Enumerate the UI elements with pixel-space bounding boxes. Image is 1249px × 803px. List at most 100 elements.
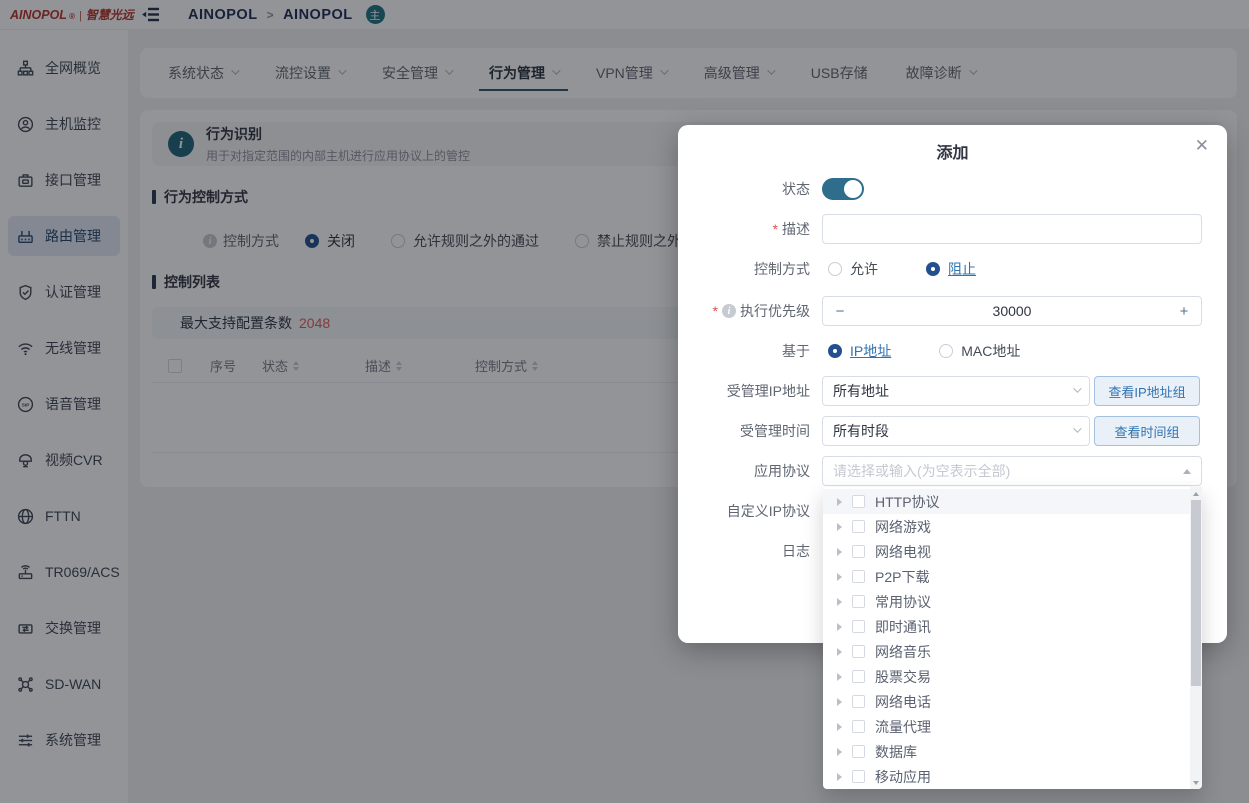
protocol-item-voip[interactable]: 网络电话: [823, 689, 1190, 714]
app-protocol-dropdown: HTTP协议 网络游戏 网络电视 P2P下载 常用协议 即时通讯: [823, 487, 1202, 789]
chevron-down-icon: [1073, 384, 1081, 392]
protocol-item-p2p[interactable]: P2P下载: [823, 564, 1190, 589]
status-toggle[interactable]: [822, 178, 864, 200]
radio-icon: [828, 344, 842, 358]
protocol-item-common[interactable]: 常用协议: [823, 589, 1190, 614]
expand-caret-icon[interactable]: [837, 623, 842, 631]
expand-caret-icon[interactable]: [837, 698, 842, 706]
expand-caret-icon[interactable]: [837, 648, 842, 656]
combobox-placeholder: 请选择或输入(为空表示全部): [833, 461, 1010, 481]
protocol-label: P2P下载: [875, 567, 929, 587]
priority-value[interactable]: 30000: [857, 303, 1167, 319]
status-row: 状态: [678, 177, 1202, 201]
protocol-item-stocks[interactable]: 股票交易: [823, 664, 1190, 689]
managed-time-row: 受管理时间 所有时段 查看时间组: [678, 415, 1202, 447]
protocol-item-http[interactable]: HTTP协议: [823, 489, 1190, 514]
radio-label: 阻止: [948, 259, 976, 279]
status-label: 状态: [782, 179, 810, 199]
protocol-label: 移动应用: [875, 767, 931, 787]
radio-label: MAC地址: [961, 341, 1020, 361]
protocol-label: 数据库: [875, 742, 917, 762]
protocol-label: 股票交易: [875, 667, 931, 687]
protocol-item-mobile[interactable]: 移动应用: [823, 764, 1190, 789]
radio-option-block[interactable]: 阻止: [926, 259, 976, 279]
protocol-checkbox[interactable]: [852, 720, 865, 733]
stepper-decrease-button[interactable]: −: [823, 303, 857, 320]
protocol-item-music[interactable]: 网络音乐: [823, 639, 1190, 664]
close-icon[interactable]: ✕: [1195, 137, 1209, 154]
managed-ip-select[interactable]: 所有地址: [822, 376, 1090, 406]
select-value: 所有时段: [833, 421, 889, 441]
protocol-checkbox[interactable]: [852, 545, 865, 558]
radio-option-ip-address[interactable]: IP地址: [828, 341, 891, 361]
expand-caret-icon[interactable]: [837, 498, 842, 506]
expand-caret-icon[interactable]: [837, 598, 842, 606]
scrollbar-up-arrow[interactable]: [1190, 487, 1202, 500]
info-icon: i: [722, 304, 736, 318]
radio-option-mac-address[interactable]: MAC地址: [939, 341, 1020, 361]
description-row: * 描述: [678, 213, 1202, 245]
managed-ip-row: 受管理IP地址 所有地址 查看IP地址组: [678, 375, 1202, 407]
app-protocol-label-wrap: 应用协议: [678, 461, 810, 481]
protocol-checkbox[interactable]: [852, 645, 865, 658]
protocol-label: 网络游戏: [875, 517, 931, 537]
expand-caret-icon[interactable]: [837, 748, 842, 756]
expand-caret-icon[interactable]: [837, 523, 842, 531]
custom-ip-protocol-label: 自定义IP协议: [727, 501, 810, 521]
log-label: 日志: [782, 541, 810, 561]
modal-title: 添加: [678, 125, 1227, 163]
expand-caret-icon[interactable]: [837, 673, 842, 681]
protocol-item-im[interactable]: 即时通讯: [823, 614, 1190, 639]
protocol-item-games[interactable]: 网络游戏: [823, 514, 1190, 539]
expand-caret-icon[interactable]: [837, 548, 842, 556]
managed-time-label-wrap: 受管理时间: [678, 421, 810, 441]
view-time-group-button[interactable]: 查看时间组: [1094, 416, 1200, 446]
protocol-checkbox[interactable]: [852, 570, 865, 583]
radio-icon: [926, 262, 940, 276]
custom-ip-protocol-label-wrap: 自定义IP协议: [678, 501, 810, 521]
protocol-checkbox[interactable]: [852, 670, 865, 683]
protocol-checkbox[interactable]: [852, 495, 865, 508]
protocol-label: HTTP协议: [875, 492, 940, 512]
protocol-item-database[interactable]: 数据库: [823, 739, 1190, 764]
scrollbar-down-arrow[interactable]: [1190, 776, 1202, 789]
stepper-increase-button[interactable]: +: [1167, 303, 1201, 320]
managed-time-select[interactable]: 所有时段: [822, 416, 1090, 446]
protocol-item-proxy[interactable]: 流量代理: [823, 714, 1190, 739]
managed-time-label: 受管理时间: [740, 421, 810, 441]
control-mode-label: 控制方式: [754, 259, 810, 279]
control-mode-row: 控制方式 允许 阻止: [678, 257, 1202, 281]
app-protocol-combobox[interactable]: 请选择或输入(为空表示全部): [822, 456, 1202, 486]
priority-row: * i 执行优先级 − 30000 +: [678, 295, 1202, 327]
protocol-label: 网络电视: [875, 542, 931, 562]
expand-caret-icon[interactable]: [837, 723, 842, 731]
priority-label-wrap: * i 执行优先级: [678, 301, 810, 321]
protocol-label: 网络电话: [875, 692, 931, 712]
radio-label: IP地址: [850, 341, 891, 361]
description-input[interactable]: [822, 214, 1202, 244]
protocol-item-tv[interactable]: 网络电视: [823, 539, 1190, 564]
select-value: 所有地址: [833, 381, 889, 401]
protocol-label: 网络音乐: [875, 642, 931, 662]
radio-icon: [939, 344, 953, 358]
description-label: 描述: [782, 219, 810, 239]
radio-icon: [828, 262, 842, 276]
protocol-checkbox[interactable]: [852, 520, 865, 533]
scrollbar-thumb[interactable]: [1191, 500, 1201, 686]
required-mark: *: [713, 303, 718, 319]
dropdown-scrollbar[interactable]: [1190, 487, 1202, 789]
app-protocol-row: 应用协议 请选择或输入(为空表示全部): [678, 455, 1202, 487]
view-ip-group-button[interactable]: 查看IP地址组: [1094, 376, 1200, 406]
protocol-checkbox[interactable]: [852, 745, 865, 758]
protocol-tree-list: HTTP协议 网络游戏 网络电视 P2P下载 常用协议 即时通讯: [823, 489, 1190, 789]
radio-option-allow[interactable]: 允许: [828, 259, 878, 279]
protocol-checkbox[interactable]: [852, 595, 865, 608]
based-on-label: 基于: [782, 341, 810, 361]
expand-caret-icon[interactable]: [837, 773, 842, 781]
description-label-wrap: * 描述: [678, 219, 810, 239]
protocol-checkbox[interactable]: [852, 620, 865, 633]
protocol-checkbox[interactable]: [852, 695, 865, 708]
toggle-knob: [844, 180, 862, 198]
expand-caret-icon[interactable]: [837, 573, 842, 581]
protocol-checkbox[interactable]: [852, 770, 865, 783]
